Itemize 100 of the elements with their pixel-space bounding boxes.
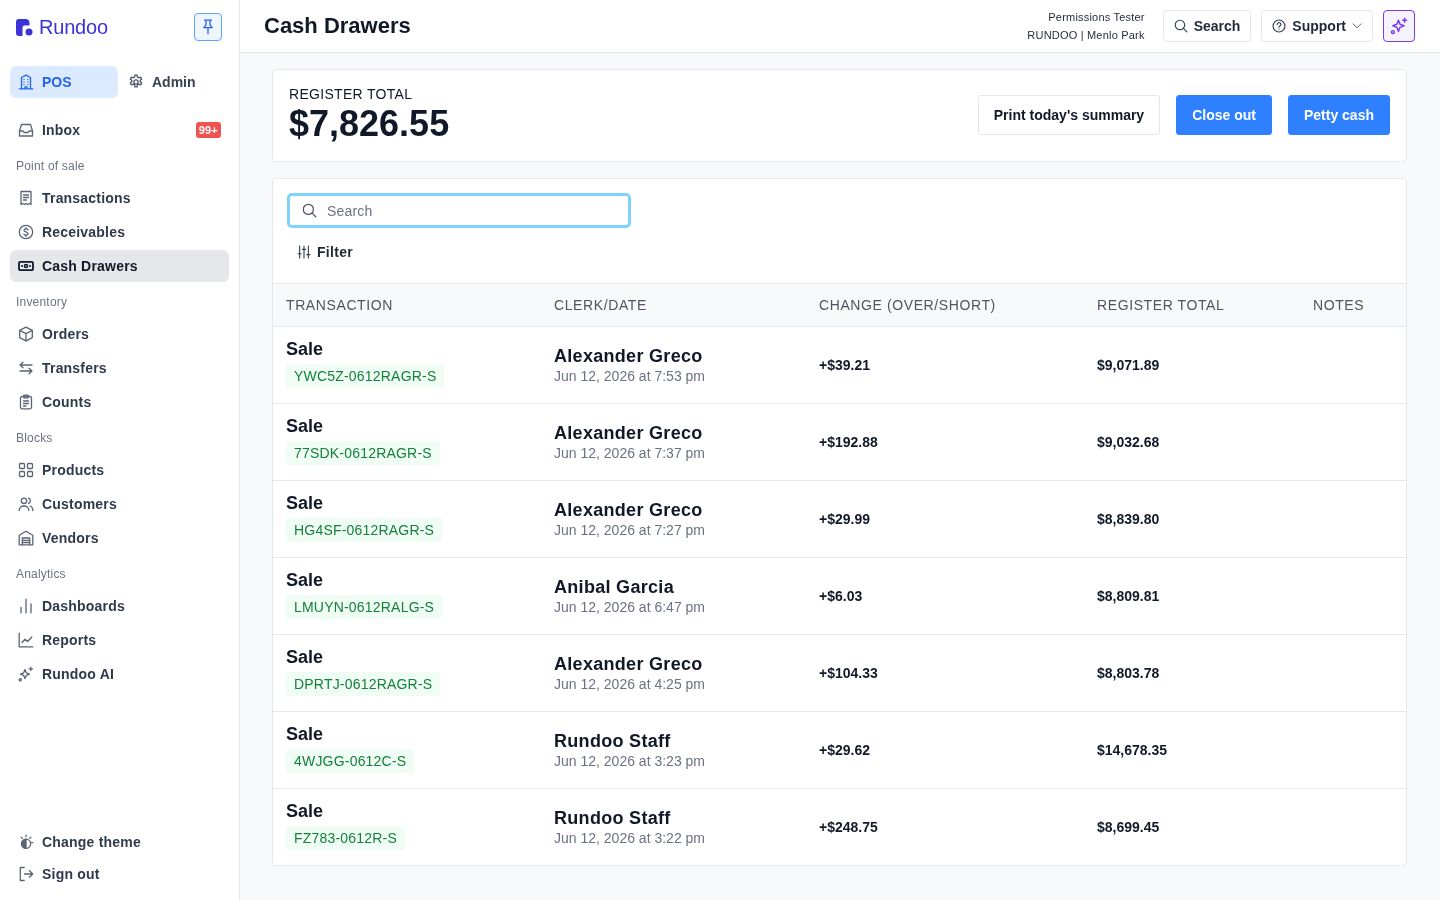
search-icon	[1173, 19, 1188, 33]
clerk-name: Anibal Garcia	[554, 576, 674, 598]
transaction-tag: FZ783-0612R-S	[286, 826, 405, 850]
transaction-tag: HG4SF-0612RAGR-S	[286, 518, 443, 542]
transaction-date: Jun 12, 2026 at 7:27 pm	[554, 521, 705, 539]
users-icon	[18, 496, 34, 512]
nav-item[interactable]: Change theme	[10, 827, 229, 857]
register-total-amount: $7,826.55	[289, 103, 450, 145]
nav-item[interactable]: Reports	[10, 624, 229, 656]
transaction-tag: YWC5Z-0612RAGR-S	[286, 364, 445, 388]
transaction-date: Jun 12, 2026 at 7:37 pm	[554, 444, 705, 462]
column-header: TRANSACTION	[285, 297, 394, 313]
help-icon	[1272, 19, 1287, 33]
register-total: $8,803.78	[1097, 665, 1160, 681]
clerk-name: Alexander Greco	[554, 345, 703, 367]
sign-out-icon	[18, 866, 34, 882]
transaction-type: Sale	[286, 492, 324, 514]
transaction-date: Jun 12, 2026 at 4:25 pm	[554, 675, 705, 693]
change-amount: +$6.03	[819, 588, 863, 604]
change-amount: +$39.21	[819, 357, 870, 373]
count-badge: 99+	[195, 122, 221, 138]
nav-item[interactable]: Counts	[10, 386, 229, 418]
transaction-date: Jun 12, 2026 at 7:53 pm	[554, 367, 705, 385]
change-amount: +$192.88	[819, 434, 878, 450]
nav-item[interactable]: Orders	[10, 318, 229, 350]
transaction-type: Sale	[286, 569, 324, 591]
grid-icon	[18, 462, 34, 478]
register-total: $9,071.89	[1097, 357, 1160, 373]
register-total: $14,678.35	[1097, 742, 1168, 758]
nav-item[interactable]: Transfers	[10, 352, 229, 384]
section-title: Analytics	[15, 566, 67, 583]
receipt-icon	[18, 190, 34, 206]
pin-icon	[200, 19, 216, 35]
transaction-type: Sale	[286, 338, 324, 360]
dollar-circle-icon	[18, 224, 34, 240]
change-amount: +$248.75	[819, 819, 878, 835]
sparkles-icon	[18, 666, 34, 682]
clerk-name: Rundoo Staff	[554, 807, 671, 829]
mode-tab[interactable]: Admin	[120, 66, 206, 98]
nav-item[interactable]: Transactions	[10, 182, 229, 214]
action-button[interactable]: Print today's summary	[977, 95, 1161, 135]
action-button[interactable]: Petty cash	[1287, 95, 1390, 135]
filter-button[interactable]: Filter	[287, 240, 354, 264]
register-total: $8,839.80	[1097, 511, 1160, 527]
nav-item[interactable]: Products	[10, 454, 229, 486]
logo-text: Rundoo	[39, 15, 108, 39]
nav-item[interactable]: Customers	[10, 488, 229, 520]
section-title: Blocks	[15, 430, 54, 447]
ai-assistant-button[interactable]	[1383, 10, 1415, 42]
change-amount: +$29.62	[819, 742, 870, 758]
column-header: CLERK/DATE	[553, 297, 648, 313]
warehouse-icon	[18, 530, 34, 546]
nav-item[interactable]: Receivables	[10, 216, 229, 248]
change-amount: +$104.33	[819, 665, 878, 681]
column-header: CHANGE (OVER/SHORT)	[818, 297, 997, 313]
page-title: Cash Drawers	[264, 13, 411, 39]
nav-item[interactable]: Vendors	[10, 522, 229, 554]
clerk-name: Alexander Greco	[554, 422, 703, 444]
change-amount: +$29.99	[819, 511, 870, 527]
transaction-tag: 4WJGG-0612C-S	[286, 749, 415, 773]
nav-item[interactable]: Inbox 99+	[10, 114, 229, 146]
search-field[interactable]: Search	[287, 193, 631, 228]
search-button[interactable]: Search	[1162, 10, 1252, 42]
search-icon	[302, 203, 317, 218]
nav-item[interactable]: Sign out	[10, 859, 229, 889]
action-button[interactable]: Close out	[1176, 95, 1272, 135]
line-chart-icon	[18, 632, 34, 648]
clerk-name: Alexander Greco	[554, 653, 703, 675]
user-name: Permissions Tester	[1048, 10, 1145, 25]
transaction-type: Sale	[286, 723, 324, 745]
support-button[interactable]: Support	[1261, 10, 1373, 42]
sparkles-icon	[1390, 17, 1408, 35]
transaction-type: Sale	[286, 646, 324, 668]
nav-item[interactable]: Dashboards	[10, 590, 229, 622]
transaction-tag: 77SDK-0612RAGR-S	[286, 441, 440, 465]
mode-tab[interactable]: POS	[10, 66, 118, 98]
transaction-date: Jun 12, 2026 at 3:23 pm	[554, 752, 705, 770]
building-icon	[18, 74, 34, 90]
section-title: Point of sale	[15, 158, 86, 175]
summary-label: REGISTER TOTAL	[289, 85, 413, 103]
banknote-icon	[18, 258, 34, 274]
column-header: NOTES	[1312, 297, 1366, 313]
store-location: RUNDOO | Menlo Park	[1027, 28, 1145, 43]
transaction-type: Sale	[286, 800, 324, 822]
bar-chart-icon	[18, 598, 34, 614]
nav-item[interactable]: Cash Drawers	[10, 250, 229, 282]
register-total: $9,032.68	[1097, 434, 1160, 450]
gear-icon	[128, 74, 144, 90]
transaction-tag: LMUYN-0612RALG-S	[286, 595, 443, 619]
clerk-name: Alexander Greco	[554, 499, 703, 521]
clipboard-icon	[18, 394, 34, 410]
sliders-icon	[297, 245, 311, 259]
column-header: REGISTER TOTAL	[1096, 297, 1226, 313]
clerk-name: Rundoo Staff	[554, 730, 671, 752]
transaction-date: Jun 12, 2026 at 3:22 pm	[554, 829, 705, 847]
register-total: $8,699.45	[1097, 819, 1160, 835]
section-title: Inventory	[15, 294, 69, 311]
nav-item[interactable]: Rundoo AI	[10, 658, 229, 690]
pin-button[interactable]	[194, 13, 222, 41]
register-total: $8,809.81	[1097, 588, 1160, 604]
